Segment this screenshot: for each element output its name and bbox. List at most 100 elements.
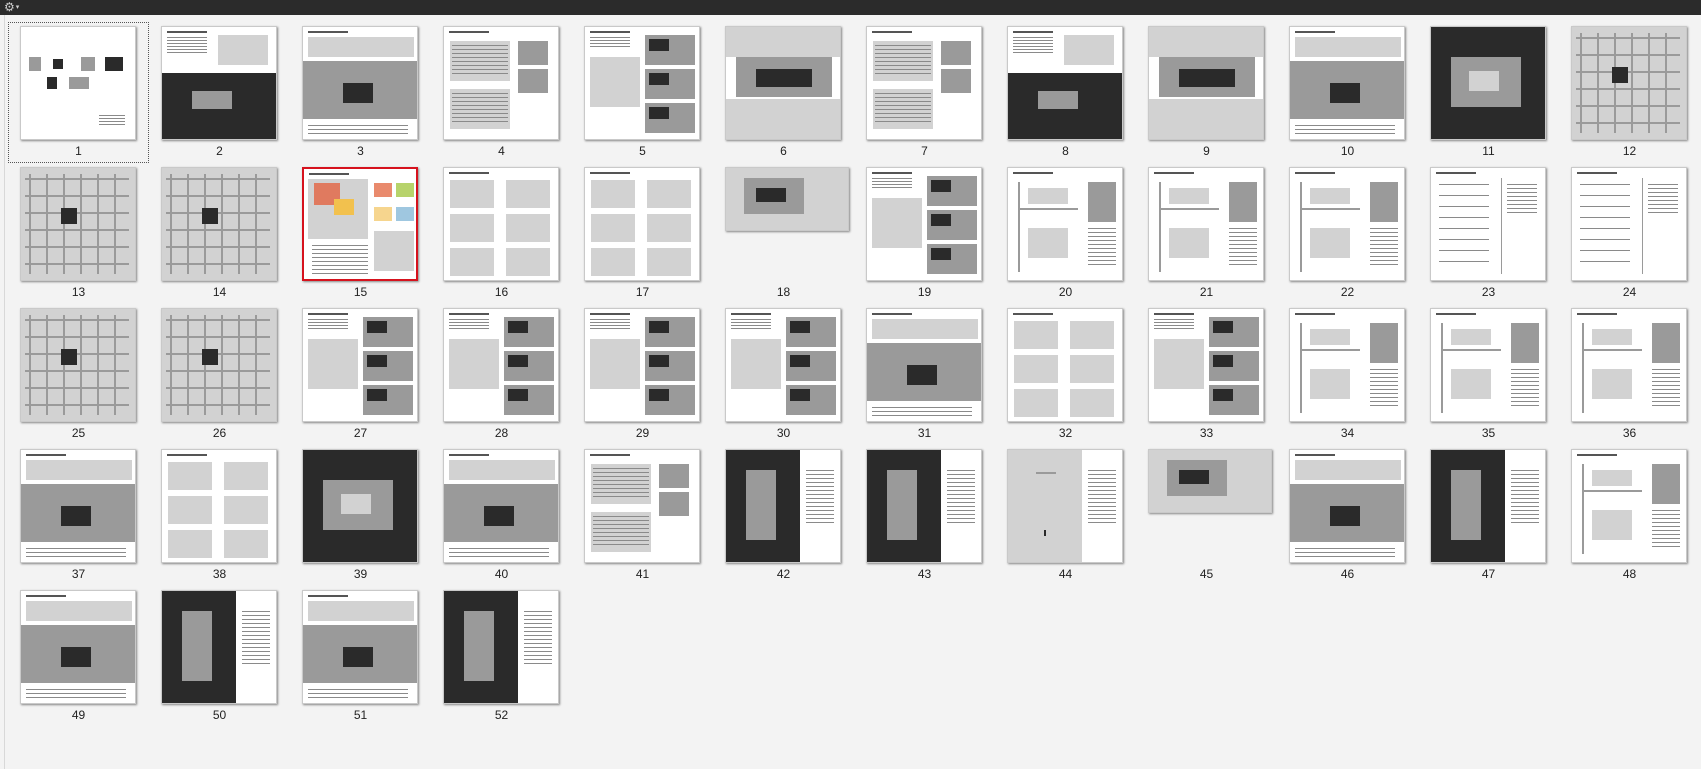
page-thumbnail-17[interactable]: 17: [572, 163, 713, 304]
page-thumbnail-10[interactable]: 10: [1277, 22, 1418, 163]
page-preview-image[interactable]: [20, 590, 136, 704]
page-thumbnail-50[interactable]: 50: [149, 586, 290, 727]
page-thumbnail-3[interactable]: 3: [290, 22, 431, 163]
page-preview-image[interactable]: [1148, 308, 1264, 422]
page-preview-image[interactable]: [866, 308, 982, 422]
settings-menu-button[interactable]: ⚙▾: [4, 1, 30, 14]
page-preview-image[interactable]: [584, 167, 700, 281]
page-preview-image[interactable]: [302, 167, 418, 281]
page-preview-image[interactable]: [302, 449, 418, 563]
page-preview-image[interactable]: [20, 26, 136, 140]
page-preview-image[interactable]: [725, 26, 841, 140]
page-preview-image[interactable]: [866, 167, 982, 281]
page-preview-image[interactable]: [1289, 449, 1405, 563]
page-preview-image[interactable]: [584, 308, 700, 422]
page-thumbnail-35[interactable]: 35: [1418, 304, 1559, 445]
page-thumbnail-52[interactable]: 52: [431, 586, 572, 727]
page-thumbnail-21[interactable]: 21: [1136, 163, 1277, 304]
page-thumbnail-24[interactable]: 24: [1559, 163, 1700, 304]
page-thumbnail-37[interactable]: 37: [8, 445, 149, 586]
page-thumbnail-15[interactable]: 15: [290, 163, 431, 304]
page-preview-image[interactable]: [443, 449, 559, 563]
page-preview-image[interactable]: [302, 590, 418, 704]
page-preview-image[interactable]: [1430, 167, 1546, 281]
page-thumbnail-19[interactable]: 19: [854, 163, 995, 304]
page-thumbnail-45[interactable]: 45: [1136, 445, 1277, 586]
page-preview-image[interactable]: [302, 26, 418, 140]
page-preview-image[interactable]: [725, 167, 849, 231]
page-preview-image[interactable]: [866, 26, 982, 140]
page-preview-image[interactable]: [1289, 167, 1405, 281]
page-thumbnail-8[interactable]: 8: [995, 22, 1136, 163]
page-thumbnail-7[interactable]: 7: [854, 22, 995, 163]
page-thumbnail-12[interactable]: 12: [1559, 22, 1700, 163]
page-thumbnail-2[interactable]: 2: [149, 22, 290, 163]
page-preview-image[interactable]: [1289, 308, 1405, 422]
page-preview-image[interactable]: [1571, 26, 1687, 140]
page-thumbnail-26[interactable]: 26: [149, 304, 290, 445]
page-thumbnail-48[interactable]: 48: [1559, 445, 1700, 586]
page-preview-image[interactable]: [1148, 449, 1272, 513]
page-preview-image[interactable]: [866, 449, 982, 563]
page-thumbnail-27[interactable]: 27: [290, 304, 431, 445]
page-preview-image[interactable]: [161, 590, 277, 704]
page-thumbnail-1[interactable]: 1: [8, 22, 149, 163]
page-preview-image[interactable]: [443, 26, 559, 140]
page-thumbnail-14[interactable]: 14: [149, 163, 290, 304]
page-thumbnail-46[interactable]: 46: [1277, 445, 1418, 586]
page-preview-image[interactable]: [1571, 449, 1687, 563]
page-thumbnail-20[interactable]: 20: [995, 163, 1136, 304]
page-thumbnail-39[interactable]: 39: [290, 445, 431, 586]
page-thumbnail-43[interactable]: 43: [854, 445, 995, 586]
page-preview-image[interactable]: [725, 449, 841, 563]
page-preview-image[interactable]: [1571, 167, 1687, 281]
page-thumbnail-47[interactable]: 47: [1418, 445, 1559, 586]
page-preview-image[interactable]: [161, 26, 277, 140]
page-thumbnail-36[interactable]: 36: [1559, 304, 1700, 445]
page-preview-image[interactable]: [1430, 449, 1546, 563]
page-preview-image[interactable]: [20, 167, 136, 281]
page-preview-image[interactable]: [20, 449, 136, 563]
page-thumbnail-16[interactable]: 16: [431, 163, 572, 304]
page-preview-image[interactable]: [302, 308, 418, 422]
page-thumbnail-6[interactable]: 6: [713, 22, 854, 163]
page-preview-image[interactable]: [1007, 308, 1123, 422]
page-thumbnail-28[interactable]: 28: [431, 304, 572, 445]
page-thumbnail-31[interactable]: 31: [854, 304, 995, 445]
page-thumbnail-5[interactable]: 5: [572, 22, 713, 163]
page-thumbnail-22[interactable]: 22: [1277, 163, 1418, 304]
page-preview-image[interactable]: [1148, 26, 1264, 140]
page-thumbnail-9[interactable]: 9: [1136, 22, 1277, 163]
page-thumbnail-23[interactable]: 23: [1418, 163, 1559, 304]
page-preview-image[interactable]: [161, 167, 277, 281]
page-preview-image[interactable]: [1007, 26, 1123, 140]
page-thumbnail-49[interactable]: 49: [8, 586, 149, 727]
page-preview-image[interactable]: [584, 26, 700, 140]
page-thumbnail-13[interactable]: 13: [8, 163, 149, 304]
page-preview-image[interactable]: [161, 449, 277, 563]
page-preview-image[interactable]: [725, 308, 841, 422]
page-preview-image[interactable]: [1571, 308, 1687, 422]
page-thumbnail-33[interactable]: 33: [1136, 304, 1277, 445]
page-thumbnail-42[interactable]: 42: [713, 445, 854, 586]
page-preview-image[interactable]: [1289, 26, 1405, 140]
page-thumbnail-38[interactable]: 38: [149, 445, 290, 586]
page-preview-image[interactable]: [1430, 308, 1546, 422]
page-preview-image[interactable]: [1148, 167, 1264, 281]
page-preview-image[interactable]: [443, 590, 559, 704]
page-thumbnail-25[interactable]: 25: [8, 304, 149, 445]
page-preview-image[interactable]: [584, 449, 700, 563]
page-thumbnail-41[interactable]: 41: [572, 445, 713, 586]
page-thumbnail-18[interactable]: 18: [713, 163, 854, 304]
page-thumbnail-32[interactable]: 32: [995, 304, 1136, 445]
page-thumbnail-51[interactable]: 51: [290, 586, 431, 727]
page-preview-image[interactable]: [1007, 167, 1123, 281]
page-preview-image[interactable]: [1430, 26, 1546, 140]
page-preview-image[interactable]: [20, 308, 136, 422]
page-thumbnail-30[interactable]: 30: [713, 304, 854, 445]
page-preview-image[interactable]: [161, 308, 277, 422]
page-preview-image[interactable]: [443, 167, 559, 281]
page-thumbnail-29[interactable]: 29: [572, 304, 713, 445]
page-thumbnail-4[interactable]: 4: [431, 22, 572, 163]
page-thumbnail-40[interactable]: 40: [431, 445, 572, 586]
